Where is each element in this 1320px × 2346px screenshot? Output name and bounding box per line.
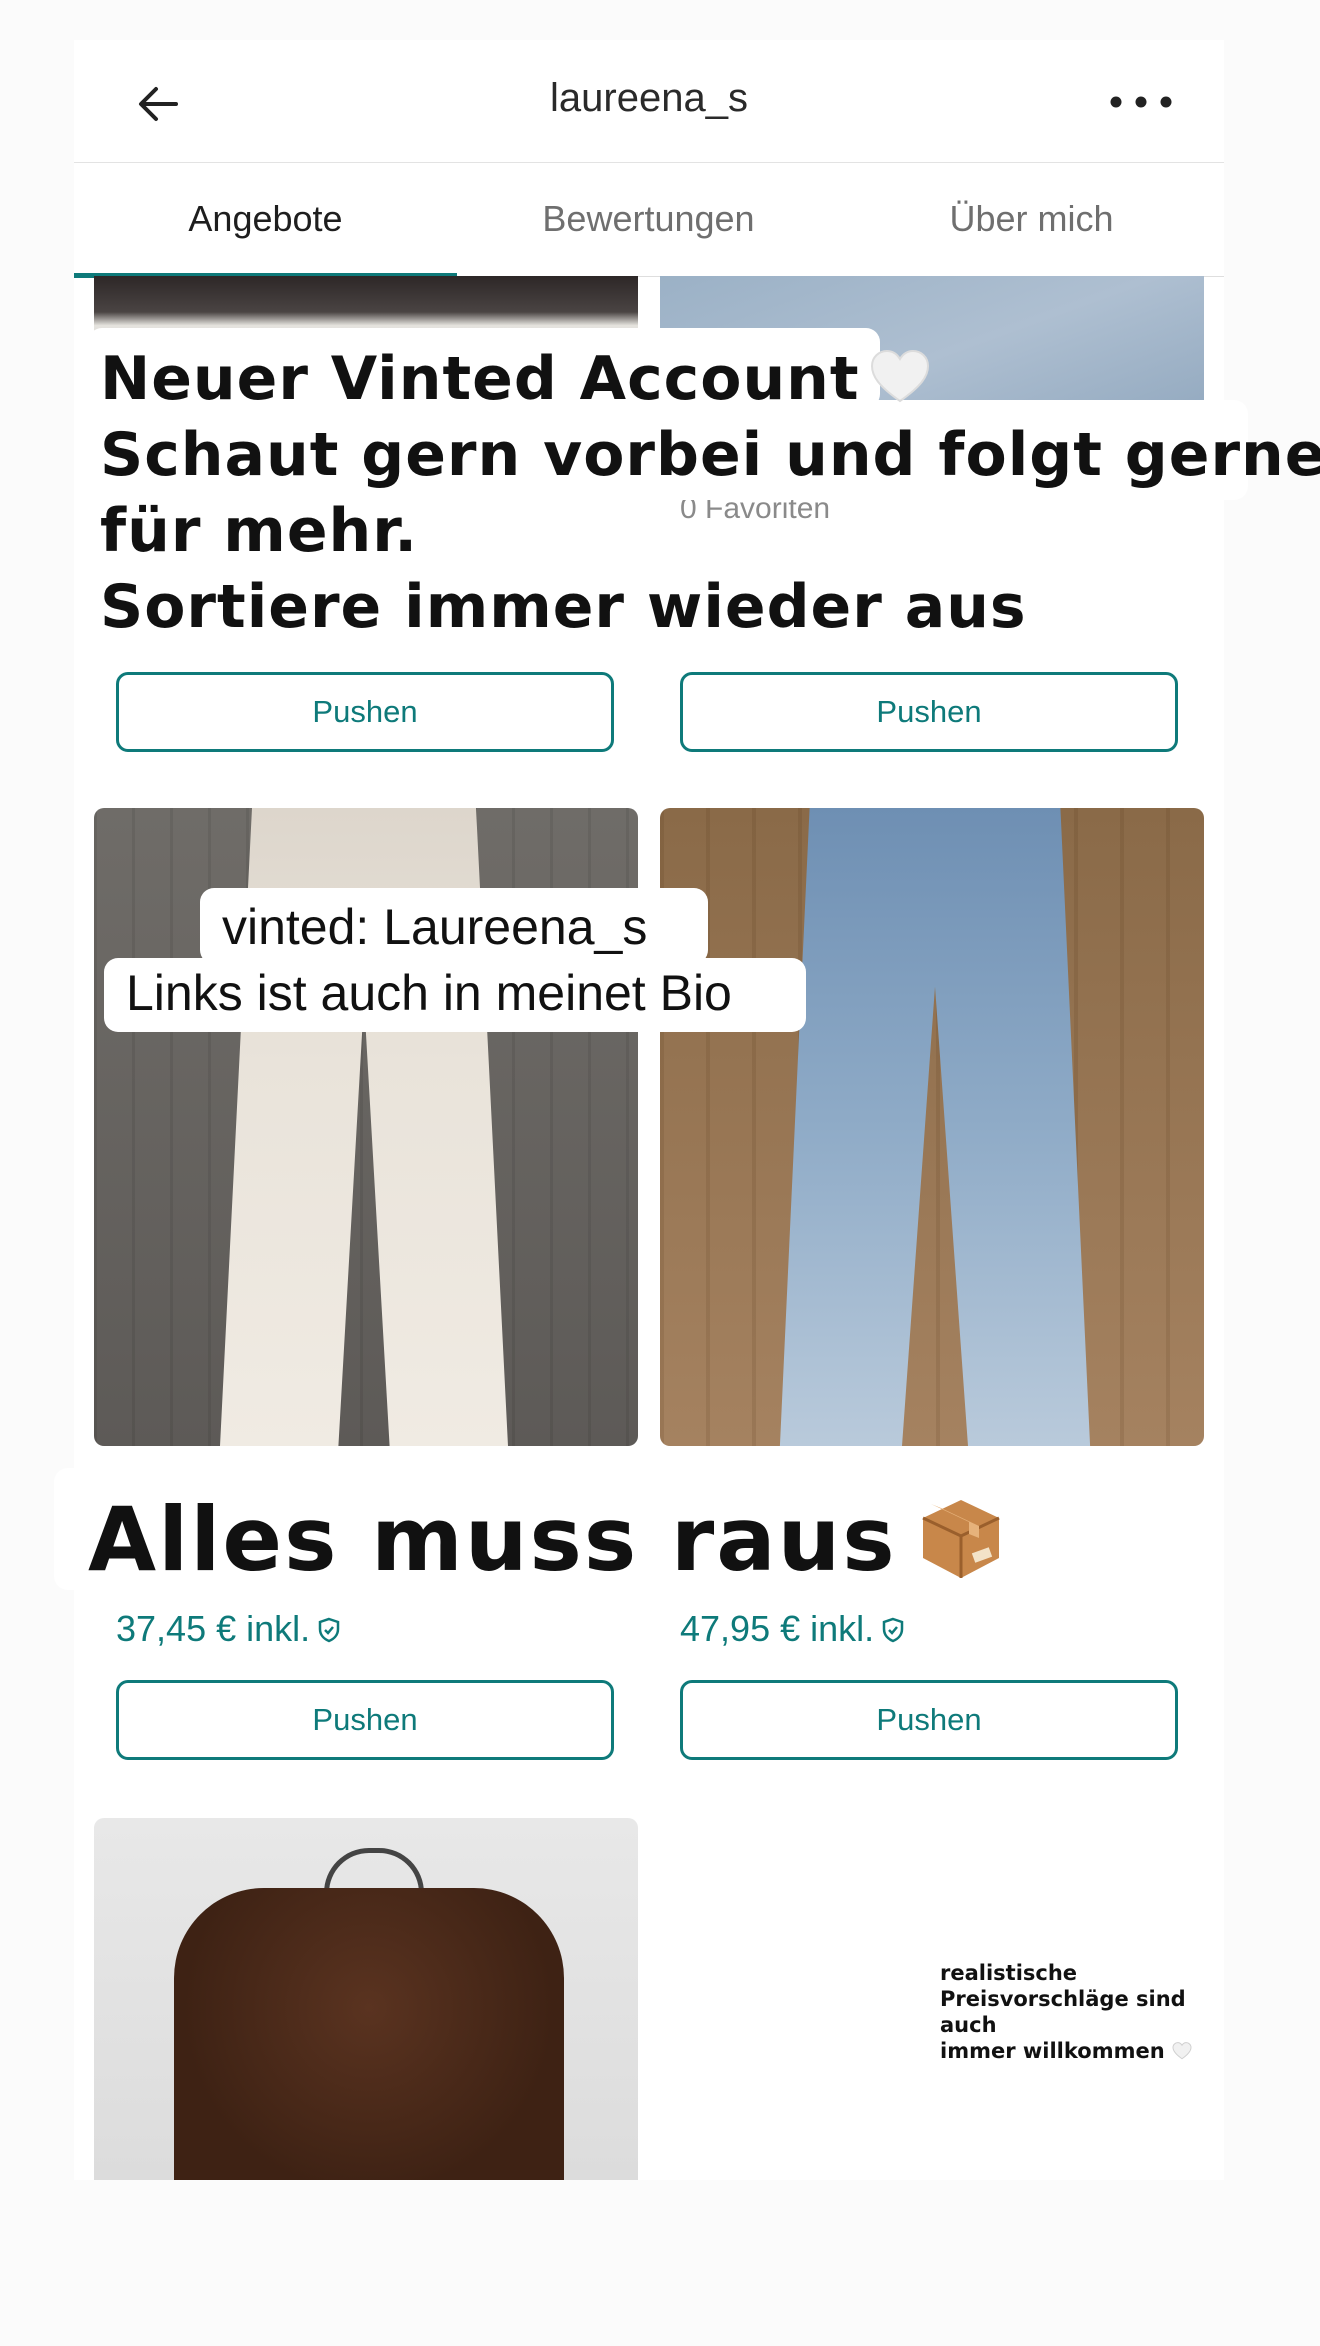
tab-bewertungen[interactable]: Bewertungen: [457, 162, 840, 276]
item-price: 47,95 € inkl.: [680, 1608, 904, 1650]
more-horizontal-icon[interactable]: [1106, 76, 1176, 128]
item-photo-blue-jeans[interactable]: [660, 808, 1204, 1446]
sale-headline: Alles muss raus: [88, 1488, 1005, 1591]
note-line-1: realistische: [940, 1961, 1078, 1985]
price-value-left: 37,45 € inkl.: [116, 1608, 311, 1649]
announcement-line-1: Neuer Vinted Account: [100, 344, 930, 414]
white-heart-icon: [1172, 2042, 1192, 2060]
push-button-mid-left[interactable]: Pushen: [116, 1680, 614, 1760]
note-line-3-text: immer willkommen: [940, 2039, 1165, 2063]
sale-text: Alles muss raus: [88, 1488, 897, 1591]
shield-icon: [318, 1610, 340, 1643]
push-button-top-left[interactable]: Pushen: [116, 672, 614, 752]
shield-icon: [882, 1610, 904, 1643]
tab-ueber-mich[interactable]: Über mich: [840, 162, 1223, 276]
blue-jeans-shape: [779, 808, 1091, 1446]
push-button-top-right[interactable]: Pushen: [680, 672, 1178, 752]
profile-tabs: Angebote Bewertungen Über mich: [74, 162, 1224, 278]
note-line-2: Preisvorschläge sind auch: [940, 1987, 1186, 2037]
price-suggestion-note: realistische Preisvorschläge sind auch i…: [940, 1960, 1240, 2064]
top-bar: laureena_s: [74, 40, 1224, 163]
package-icon: [917, 1494, 1005, 1582]
announcement-line-3: für mehr.: [100, 496, 419, 566]
bio-link-text: Links ist auch in meinet Bio: [126, 965, 732, 1021]
jacket-shape: [174, 1888, 564, 2180]
announcement-line-4: Sortiere immer wieder aus: [100, 572, 1027, 642]
vinted-handle-text: vinted: Laureena_s: [222, 899, 648, 955]
hanger-shape: [324, 1848, 424, 1893]
price-value-right: 47,95 € inkl.: [680, 1608, 875, 1649]
item-photo-brown-jacket[interactable]: [94, 1818, 638, 2180]
announcement-line-2: Schaut gern vorbei und folgt gerne: [100, 420, 1320, 490]
tab-angebote[interactable]: Angebote: [74, 162, 457, 278]
white-heart-icon: [870, 349, 930, 405]
push-button-mid-right[interactable]: Pushen: [680, 1680, 1178, 1760]
item-price: 37,45 € inkl.: [116, 1608, 340, 1650]
profile-username: laureena_s: [550, 76, 748, 120]
note-line-3: immer willkommen: [940, 2038, 1240, 2064]
announcement-text-1: Neuer Vinted Account: [100, 344, 860, 414]
